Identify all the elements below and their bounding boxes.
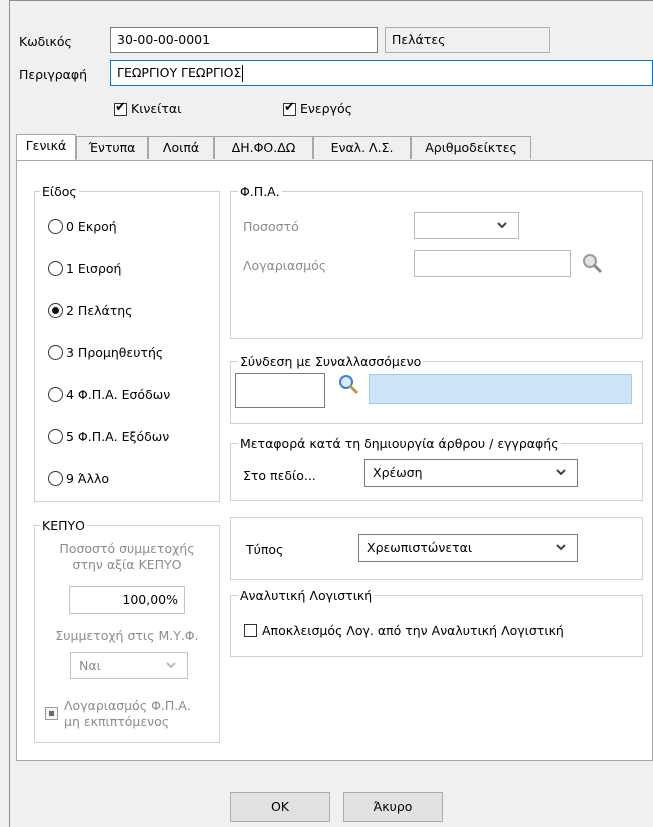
kind-title: Είδος — [40, 184, 79, 199]
kepyo-share-label-2: στην αξία ΚΕΠΥΟ — [72, 557, 182, 572]
kind-label-4: 4 Φ.Π.Α. Εσόδων — [66, 387, 171, 402]
moving-checkbox[interactable] — [114, 100, 127, 116]
kepyo-share-input[interactable]: 100,00% — [69, 586, 185, 614]
link-title: Σύνδεση με Συναλλασσόμενο — [238, 354, 424, 369]
description-label: Περιγραφή — [19, 67, 88, 82]
vat-title: Φ.Π.Α. — [238, 184, 282, 199]
tab-forms[interactable]: Έντυπα — [76, 136, 148, 159]
kind-radio-3[interactable] — [48, 345, 63, 360]
transfer-title: Μεταφορά κατά τη δημιουργία άρθρου / εγγ… — [238, 436, 561, 451]
moving-label: Κινείται — [131, 101, 182, 116]
kind-label-5: 5 Φ.Π.Α. Εξόδων — [66, 429, 170, 444]
kind-label-0: 0 Εκροή — [66, 219, 117, 234]
vat-account-label: Λογαριασμός — [243, 258, 327, 273]
tab-other[interactable]: Λοιπά — [148, 136, 214, 159]
kind-radio-9[interactable] — [48, 471, 63, 486]
kepyo-vat-label-1: Λογαριασμός Φ.Π.Α. — [64, 698, 191, 713]
transfer-field-select[interactable]: Χρέωση — [364, 459, 578, 487]
kepyo-vat-label-2: μη εκπιπτόμενος — [64, 714, 170, 729]
chevron-down-icon — [555, 535, 567, 570]
analytic-exclude-label: Αποκλεισμός Λογ. από την Αναλυτική Λογισ… — [262, 623, 564, 638]
link-code-input[interactable] — [235, 373, 325, 408]
tab-general[interactable]: Γενικά — [16, 134, 76, 160]
tab-ratios[interactable]: Αριθμοδείκτες — [411, 136, 531, 159]
tab-alt-accounts[interactable]: Εναλ. Λ.Σ. — [313, 136, 411, 159]
vat-rate-label: Ποσοστό — [243, 219, 299, 234]
active-label: Ενεργός — [300, 101, 352, 116]
kind-radio-1[interactable] — [48, 261, 63, 276]
kind-label-3: 3 Προμηθευτής — [66, 345, 164, 360]
category-field: Πελάτες — [385, 27, 550, 53]
vat-account-input[interactable] — [414, 250, 571, 277]
kepyo-share-label-1: Ποσοστό συμμετοχής — [59, 541, 195, 556]
code-label: Κωδικός — [19, 34, 72, 49]
link-name-field — [369, 374, 632, 404]
description-value: ΓΕΩΡΓΙΟΥ ΓΕΩΡΓΙΟΣ — [117, 65, 242, 80]
top-border — [9, 0, 653, 1]
transfer-field-label: Στο πεδίο... — [243, 468, 316, 483]
type-label: Τύπος — [246, 542, 284, 557]
chevron-down-icon — [555, 460, 567, 495]
chevron-down-icon — [496, 213, 508, 248]
kind-radio-5[interactable] — [48, 429, 63, 444]
search-icon[interactable] — [581, 253, 605, 278]
type-value: Χρεωπιστώνεται — [367, 540, 473, 555]
description-input[interactable]: ΓΕΩΡΓΙΟΥ ΓΕΩΡΓΙΟΣ — [110, 60, 653, 86]
kepyo-vat-checkbox[interactable] — [45, 707, 58, 720]
ok-button[interactable]: OK — [230, 792, 330, 822]
kind-label-1: 1 Εισροή — [66, 261, 122, 276]
kind-radio-0[interactable] — [48, 219, 63, 234]
search-icon[interactable] — [337, 374, 361, 399]
text-caret — [242, 65, 244, 82]
analytic-exclude-checkbox[interactable] — [244, 624, 257, 637]
kind-label-2: 2 Πελάτης — [66, 303, 133, 318]
kind-radio-2[interactable] — [48, 303, 63, 318]
kind-label-9: 9 Άλλο — [66, 471, 110, 486]
vat-rate-select[interactable] — [414, 212, 519, 239]
kepyo-title: ΚΕΠΥΟ — [40, 518, 87, 533]
kepyo-myf-value: Ναι — [79, 658, 101, 673]
checkbox-indeterminate-mark — [49, 711, 54, 716]
active-checkbox[interactable] — [283, 100, 296, 116]
tab-dhfodo[interactable]: ΔΗ.ΦΟ.ΔΩ — [214, 136, 313, 159]
transfer-field-value: Χρέωση — [373, 465, 423, 480]
kepyo-myf-label: Συμμετοχή στις Μ.Υ.Φ. — [55, 628, 199, 643]
cancel-button[interactable]: Άκυρο — [343, 792, 443, 822]
chevron-down-icon — [165, 653, 177, 686]
type-select[interactable]: Χρεωπιστώνεται — [358, 534, 578, 562]
analytic-title: Αναλυτική Λογιστική — [238, 588, 375, 603]
kind-radio-4[interactable] — [48, 387, 63, 402]
kepyo-myf-select[interactable]: Ναι — [70, 652, 188, 679]
code-input[interactable]: 30-00-00-0001 — [110, 27, 378, 53]
